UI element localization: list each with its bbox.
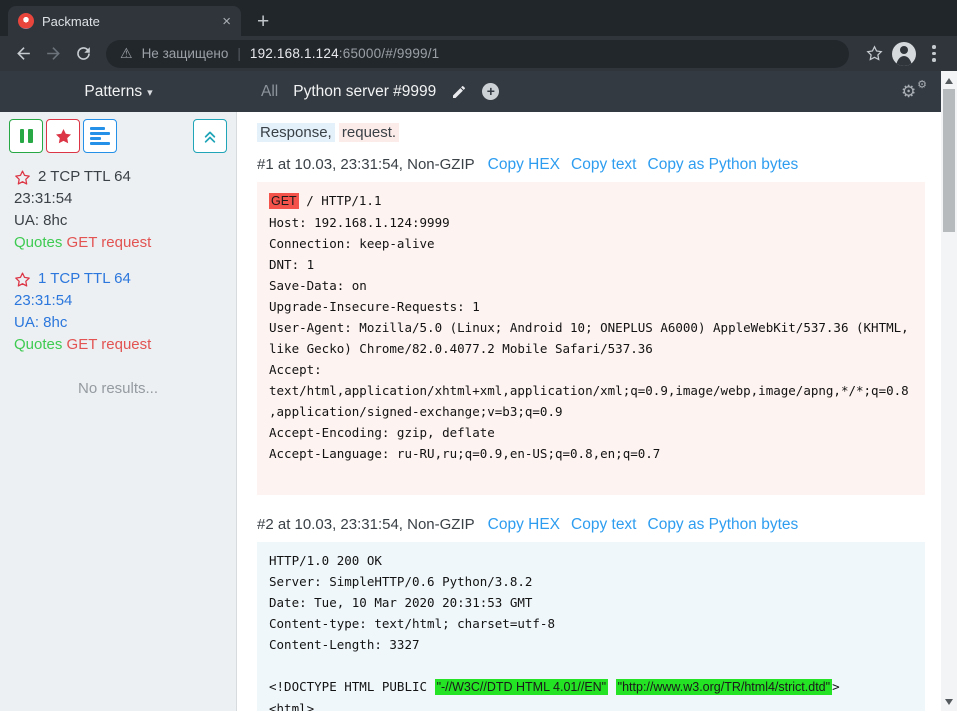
browser-tab[interactable]: Packmate × [8,6,241,36]
pause-icon [20,129,33,143]
patterns-label: Patterns [84,83,142,100]
copy-python-link[interactable]: Copy as Python bytes [648,156,799,174]
not-secure-label[interactable]: Не защищено [142,46,229,61]
align-left-icon [90,127,110,145]
stream-ua: UA: 8hc [14,210,222,232]
bookmark-star-icon [865,44,884,63]
favorites-filter-button[interactable] [46,119,80,153]
scrollbar-thumb[interactable] [943,89,955,232]
copy-hex-link[interactable]: Copy HEX [488,156,560,174]
filter-lines-button[interactable] [83,119,117,153]
back-button[interactable] [8,40,38,68]
copy-python-link[interactable]: Copy as Python bytes [648,516,799,534]
stream-tabs: All Python server #9999 + [237,83,901,101]
no-results-label: No results... [9,380,227,397]
packet-2-header: #2 at 10.03, 23:31:54, Non-GZIP Copy HEX… [257,516,925,534]
packet-2-mid [608,679,616,694]
forward-arrow-icon [44,44,63,63]
edit-service-button[interactable] [451,84,467,100]
copy-hex-link[interactable]: Copy HEX [488,516,560,534]
stream-tags: Quotes GET request [14,334,222,356]
bookmark-star-button[interactable] [859,40,889,68]
app-header: Patterns ▾ All Python server #9999 + ⚙ ⚙ [0,71,941,112]
browser-tabstrip: Packmate × + [0,0,957,36]
chevrons-up-icon [202,128,218,144]
highlight-quote-2: "http://www.w3.org/TR/html4/strict.dtd" [616,679,832,695]
collapse-sidebar-button[interactable] [193,119,227,153]
legend-request: request. [339,123,399,142]
scroll-down-arrow-icon[interactable] [945,699,953,705]
tag-get-request: GET request [67,336,152,353]
avatar-icon [892,42,916,66]
not-secure-warning-icon[interactable]: ⚠ [120,45,133,62]
packet-2-text: HTTP/1.0 200 OK Server: SimpleHTTP/0.6 P… [269,553,555,694]
address-bar[interactable]: ⚠ Не защищено | 192.168.1.124:65000/#/99… [106,40,849,68]
close-tab-icon[interactable]: × [222,14,231,29]
address-divider: | [237,46,241,61]
favorite-star-icon[interactable] [14,169,31,186]
legend-response: Response, [257,123,335,142]
pause-capture-button[interactable] [9,119,43,153]
packet-1-title: #1 at 10.03, 23:31:54, Non-GZIP [257,156,475,173]
url-path: :65000/#/9999/1 [339,46,440,61]
scroll-up-arrow-icon[interactable] [945,78,953,84]
stream-time: 23:31:54 [14,290,222,312]
stream-list-item[interactable]: 2 TCP TTL 64 23:31:54 UA: 8hc Quotes GET… [9,166,227,254]
tab-current-service[interactable]: Python server #9999 [293,83,436,101]
reload-button[interactable] [68,40,98,68]
stream-list-item-selected[interactable]: 1 TCP TTL 64 23:31:54 UA: 8hc Quotes GET… [9,268,227,356]
url-host: 192.168.1.124 [250,46,339,61]
forward-button[interactable] [38,40,68,68]
highlight-quote-1: "-//W3C//DTD HTML 4.01//EN" [435,679,609,695]
browser-toolbar: ⚠ Не защищено | 192.168.1.124:65000/#/99… [0,36,957,71]
tag-quotes: Quotes [14,336,62,353]
stream-title: 1 TCP TTL 64 [38,268,131,290]
gear-icon: ⚙ [901,82,916,102]
copy-text-link[interactable]: Copy text [571,156,636,174]
url-text: 192.168.1.124:65000/#/9999/1 [250,46,440,61]
add-service-button[interactable]: + [482,83,499,100]
chevron-down-icon: ▾ [147,87,153,99]
favorite-star-icon[interactable] [14,271,31,288]
highlight-get: GET [269,193,299,209]
packets-view: Response, request. #1 at 10.03, 23:31:54… [237,112,941,711]
tag-quotes: Quotes [14,234,62,251]
packmate-favicon-icon [18,13,34,29]
streams-sidebar: 2 TCP TTL 64 23:31:54 UA: 8hc Quotes GET… [0,112,237,711]
packet-1-text: / HTTP/1.1 Host: 192.168.1.124:9999 Conn… [269,193,916,482]
stream-title: 2 TCP TTL 64 [38,166,131,188]
settings-button[interactable]: ⚙ ⚙ [901,80,927,104]
pencil-icon [451,84,467,100]
profile-button[interactable] [889,40,919,68]
browser-menu-button[interactable] [919,45,949,62]
packet-2-body: HTTP/1.0 200 OK Server: SimpleHTTP/0.6 P… [257,542,925,711]
tab-all[interactable]: All [261,83,278,101]
stream-time: 23:31:54 [14,188,222,210]
stream-ua: UA: 8hc [14,312,222,334]
gear-small-icon: ⚙ [917,78,927,91]
new-tab-button[interactable]: + [257,11,269,32]
patterns-dropdown[interactable]: Patterns ▾ [0,83,237,101]
tag-get-request: GET request [67,234,152,251]
stream-tags: Quotes GET request [14,232,222,254]
star-icon [54,127,73,146]
legend: Response, request. [257,124,925,141]
back-arrow-icon [14,44,33,63]
page-scrollbar [941,71,957,711]
copy-text-link[interactable]: Copy text [571,516,636,534]
reload-icon [74,44,93,63]
packet-1-header: #1 at 10.03, 23:31:54, Non-GZIP Copy HEX… [257,156,925,174]
sidebar-toolbar [9,119,227,153]
packet-2-title: #2 at 10.03, 23:31:54, Non-GZIP [257,516,475,533]
tab-title: Packmate [42,14,214,29]
packet-1-body: GET / HTTP/1.1 Host: 192.168.1.124:9999 … [257,182,925,495]
